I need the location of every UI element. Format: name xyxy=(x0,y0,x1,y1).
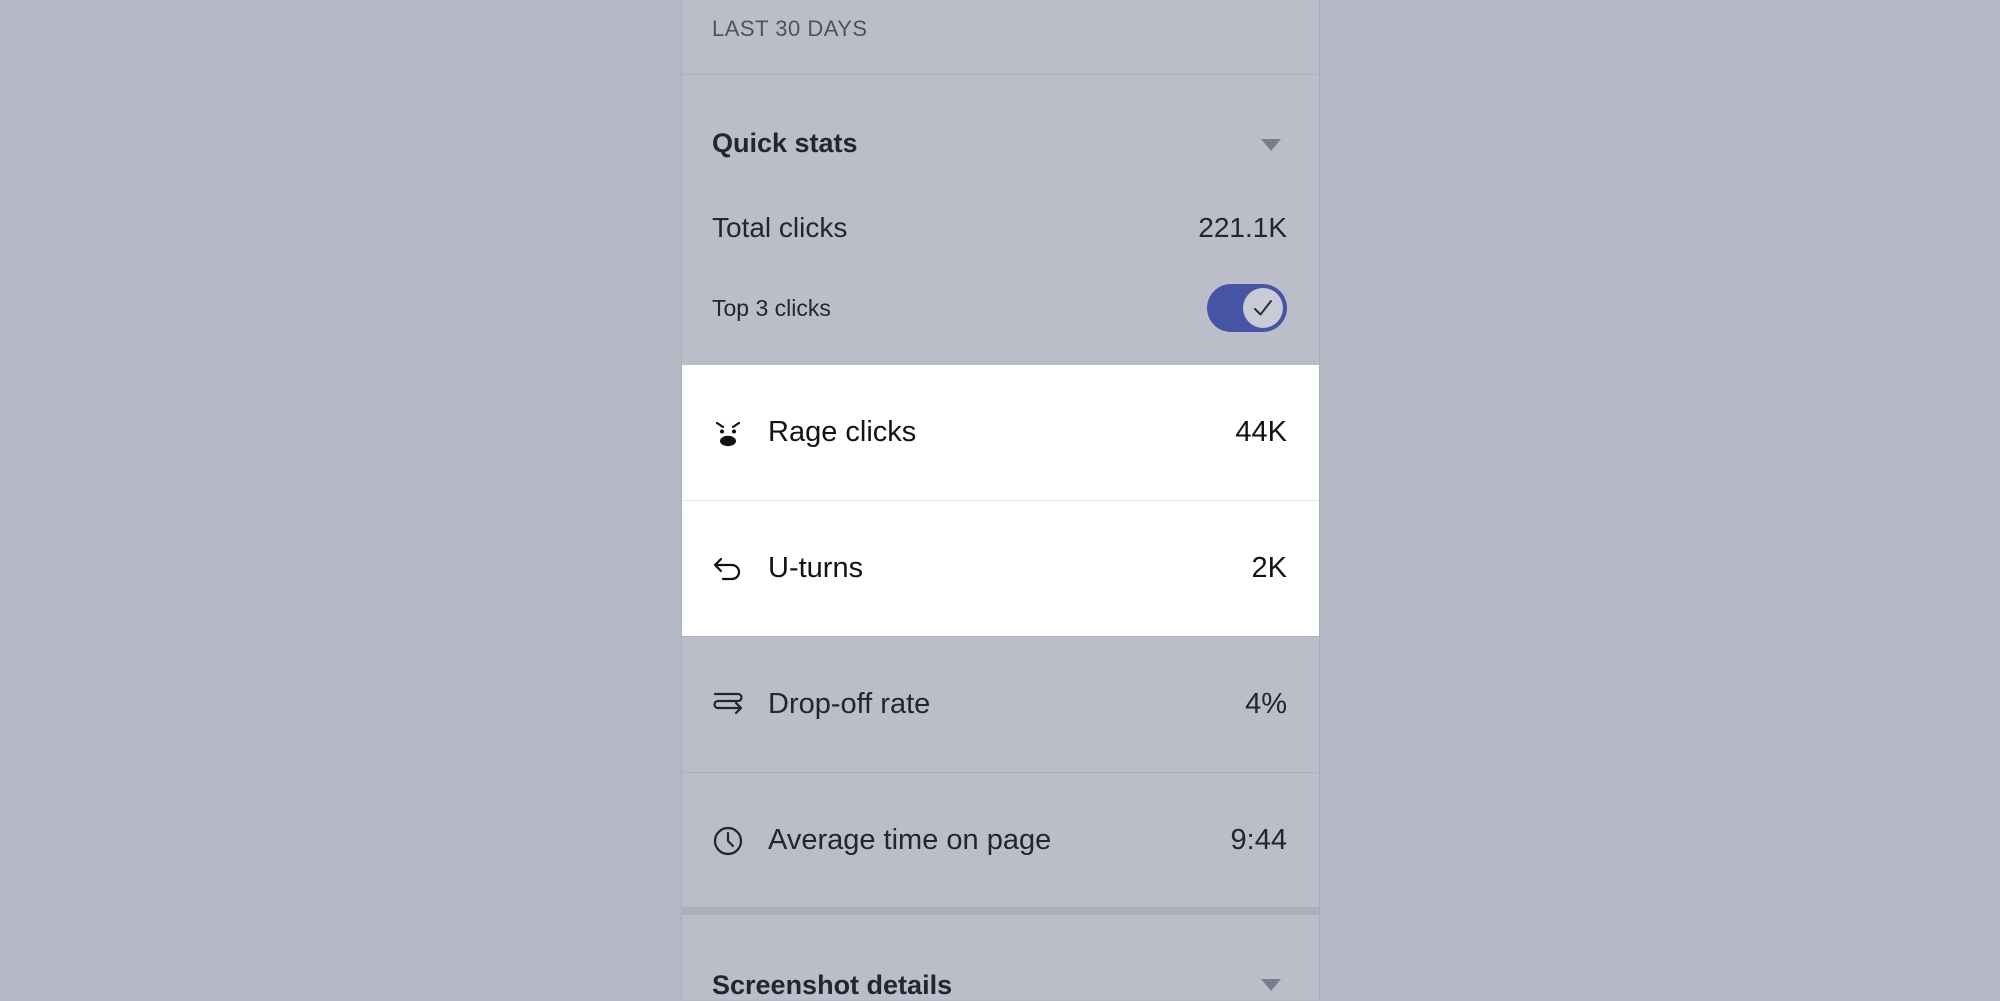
metric-label: U-turns xyxy=(768,552,864,584)
top3-clicks-row: Top 3 clicks xyxy=(712,284,1287,332)
quick-stats-title[interactable]: Quick stats xyxy=(712,128,858,159)
total-clicks-label: Total clicks xyxy=(712,212,848,243)
metric-row-rage-clicks[interactable]: Rage clicks 44K xyxy=(682,365,1319,500)
metric-value: 4% xyxy=(1245,688,1287,720)
clock-icon xyxy=(712,825,744,857)
screenshot-details-title[interactable]: Screenshot details xyxy=(712,970,952,1001)
metric-value: 9:44 xyxy=(1230,824,1287,856)
metric-label: Rage clicks xyxy=(768,416,917,448)
metric-label: Drop-off rate xyxy=(768,688,931,720)
top3-clicks-label: Top 3 clicks xyxy=(712,294,831,321)
total-clicks-value: 221.1K xyxy=(1198,212,1287,243)
metric-value: 44K xyxy=(1235,416,1287,448)
total-clicks-row: Total clicks 221.1K xyxy=(712,212,1287,244)
metric-row-average-time[interactable]: Average time on page 9:44 xyxy=(682,773,1319,908)
metric-value: 2K xyxy=(1251,552,1287,584)
rage-face-icon xyxy=(712,417,744,449)
stats-panel: LAST 30 DAYS Quick stats Total clicks 22… xyxy=(681,0,1320,1000)
drop-off-icon xyxy=(712,689,744,721)
u-turn-arrow-icon xyxy=(712,553,744,585)
metric-row-drop-off-rate[interactable]: Drop-off rate 4% xyxy=(682,637,1319,772)
metric-row-u-turns[interactable]: U-turns 2K xyxy=(682,501,1319,636)
divider xyxy=(682,74,1319,75)
top3-clicks-toggle[interactable] xyxy=(1207,284,1287,332)
period-label: LAST 30 DAYS xyxy=(712,16,868,41)
screenshot-details-caret-icon[interactable] xyxy=(1261,979,1281,991)
quick-stats-collapse-caret-icon[interactable] xyxy=(1261,139,1281,151)
toggle-knob xyxy=(1243,288,1283,328)
section-divider xyxy=(682,907,1319,915)
metric-label: Average time on page xyxy=(768,824,1052,856)
checkmark-icon xyxy=(1254,300,1272,316)
